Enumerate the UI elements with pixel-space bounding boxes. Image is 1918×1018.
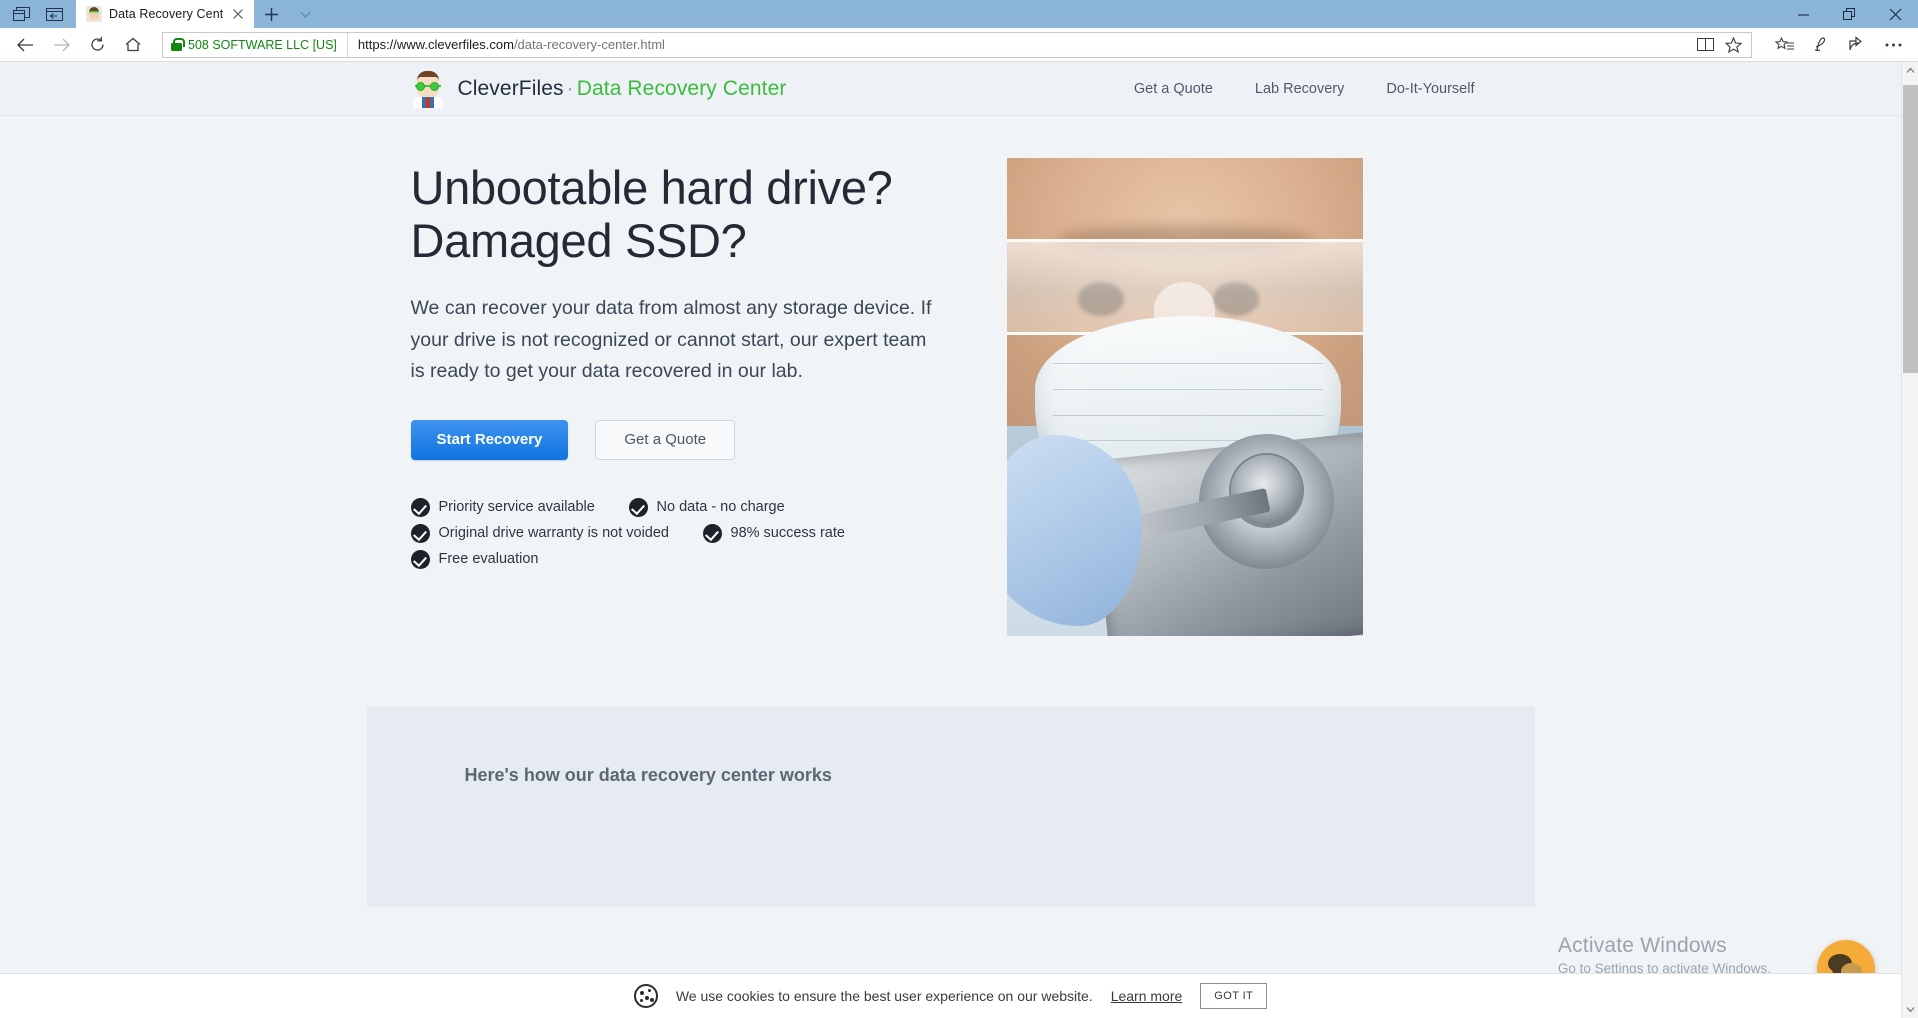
back-arrow-icon[interactable]: [8, 30, 42, 60]
brand-avatar-icon: [411, 70, 445, 108]
tab-list-chevron-icon[interactable]: [288, 0, 322, 28]
check-circle-icon: [410, 497, 430, 517]
favorites-hub-icon[interactable]: [1768, 30, 1802, 60]
brand-name: CleverFiles: [457, 76, 564, 100]
feature-item: Original drive warranty is not voided: [410, 523, 703, 543]
scroll-up-arrow-icon[interactable]: [1902, 62, 1918, 79]
nav-link-lab-recovery[interactable]: Lab Recovery: [1255, 81, 1344, 97]
feature-label: Original drive warranty is not voided: [438, 525, 670, 542]
how-it-works-section: Here's how our data recovery center work…: [0, 707, 1901, 907]
scrollbar-track[interactable]: [1902, 79, 1918, 1001]
hero-cta-row: Start Recovery Get a Quote: [410, 419, 971, 460]
reading-view-icon[interactable]: [1691, 33, 1719, 57]
vertical-scrollbar[interactable]: [1901, 62, 1918, 1018]
site-header: CleverFiles · Data Recovery Center Get a Q…: [0, 62, 1901, 116]
web-note-icon[interactable]: [1804, 30, 1838, 60]
feature-item: Priority service available: [410, 497, 629, 517]
watermark-title: Activate Windows: [1557, 934, 1727, 957]
page-viewport: CleverFiles · Data Recovery Center Get a Q…: [0, 62, 1918, 1018]
toolbar-right-icons: [1760, 30, 1910, 60]
scrollbar-thumb[interactable]: [1903, 85, 1918, 373]
page-title: Unbootable hard drive? Damaged SSD?: [410, 161, 893, 267]
site-navigation: Get a Quote Lab Recovery Do-It-Yourself: [1134, 81, 1501, 97]
new-tab-icon[interactable]: [254, 0, 288, 28]
close-tab-icon[interactable]: [230, 6, 246, 22]
site-header-inner: CleverFiles · Data Recovery Center Get a Q…: [401, 70, 1501, 108]
hero-section: Unbootable hard drive? Damaged SSD? We c…: [401, 116, 1501, 636]
start-recovery-button[interactable]: Start Recovery: [410, 419, 569, 460]
hero-feature-list: Priority service available No data - no …: [410, 497, 911, 569]
window-controls: [1780, 0, 1918, 28]
nav-link-do-it-yourself[interactable]: Do-It-Yourself: [1386, 81, 1474, 97]
tab-preview-icon[interactable]: [4, 1, 38, 27]
site-brand[interactable]: CleverFiles · Data Recovery Center: [411, 70, 787, 108]
cookie-icon: [633, 984, 658, 1008]
security-label: 508 SOFTWARE LLC [US]: [188, 37, 337, 52]
url-path: /data-recovery-center.html: [513, 37, 665, 52]
feature-item: Free evaluation: [410, 549, 889, 569]
feature-label: Free evaluation: [438, 551, 539, 568]
web-page: CleverFiles · Data Recovery Center Get a Q…: [0, 62, 1901, 1018]
got-it-button[interactable]: GOT IT: [1200, 983, 1268, 1009]
address-bar[interactable]: 508 SOFTWARE LLC [US] https://www.clever…: [162, 31, 1752, 58]
how-it-works-panel: Here's how our data recovery center work…: [366, 707, 1535, 907]
activate-windows-watermark: Activate Windows Go to Settings to activ…: [1558, 934, 1771, 976]
cookie-consent-bar: We use cookies to ensure the best user e…: [0, 973, 1901, 1018]
brand-subtitle: Data Recovery Center: [576, 76, 787, 100]
tab-title: Data Recovery Center b: [109, 7, 223, 21]
section-heading: Here's how our data recovery center work…: [464, 765, 832, 785]
site-identity-badge[interactable]: 508 SOFTWARE LLC [US]: [163, 32, 348, 57]
restore-button[interactable]: [1826, 0, 1872, 28]
tab-strip: Data Recovery Center b: [0, 0, 1918, 28]
tabstrip-left-buttons: [0, 0, 76, 28]
check-circle-icon: [410, 523, 430, 543]
hero-content: Unbootable hard drive? Damaged SSD? We c…: [410, 158, 971, 636]
url-text: https://www.cleverfiles.com/data-recover…: [348, 37, 665, 52]
browser-window: Data Recovery Center b: [0, 0, 1918, 1018]
feature-label: No data - no charge: [656, 499, 785, 516]
feature-label: 98% success rate: [730, 525, 845, 542]
check-circle-icon: [628, 497, 648, 517]
hero-paragraph: We can recover your data from almost any…: [410, 297, 932, 383]
browser-tab[interactable]: Data Recovery Center b: [76, 0, 254, 28]
home-icon[interactable]: [116, 30, 150, 60]
forward-arrow-icon[interactable]: [44, 30, 78, 60]
scroll-down-arrow-icon[interactable]: [1902, 1001, 1918, 1018]
check-circle-icon: [410, 549, 430, 569]
brand-text: CleverFiles · Data Recovery Center: [458, 77, 787, 101]
lock-icon: [171, 38, 185, 51]
brand-separator: ·: [566, 76, 574, 100]
learn-more-link[interactable]: Learn more: [1111, 988, 1183, 1004]
address-bar-icons: [1691, 33, 1751, 57]
refresh-icon[interactable]: [80, 30, 114, 60]
nav-link-get-a-quote[interactable]: Get a Quote: [1134, 81, 1213, 97]
navigation-toolbar: 508 SOFTWARE LLC [US] https://www.clever…: [0, 28, 1918, 62]
favicon-icon: [86, 6, 102, 22]
close-button[interactable]: [1872, 0, 1918, 28]
cookie-message: We use cookies to ensure the best user e…: [675, 988, 1093, 1004]
settings-more-icon[interactable]: [1876, 30, 1910, 60]
minimize-button[interactable]: [1780, 0, 1826, 28]
get-a-quote-button[interactable]: Get a Quote: [595, 419, 736, 460]
hero-image: [1006, 158, 1363, 636]
add-favorite-star-icon[interactable]: [1719, 33, 1747, 57]
share-icon[interactable]: [1840, 30, 1874, 60]
set-aside-tabs-icon[interactable]: [38, 1, 72, 27]
feature-item: No data - no charge: [628, 497, 785, 517]
url-scheme: https://www.cleverfiles.com: [357, 37, 514, 52]
check-circle-icon: [702, 523, 722, 543]
feature-label: Priority service available: [438, 499, 595, 516]
feature-item: 98% success rate: [702, 523, 845, 543]
